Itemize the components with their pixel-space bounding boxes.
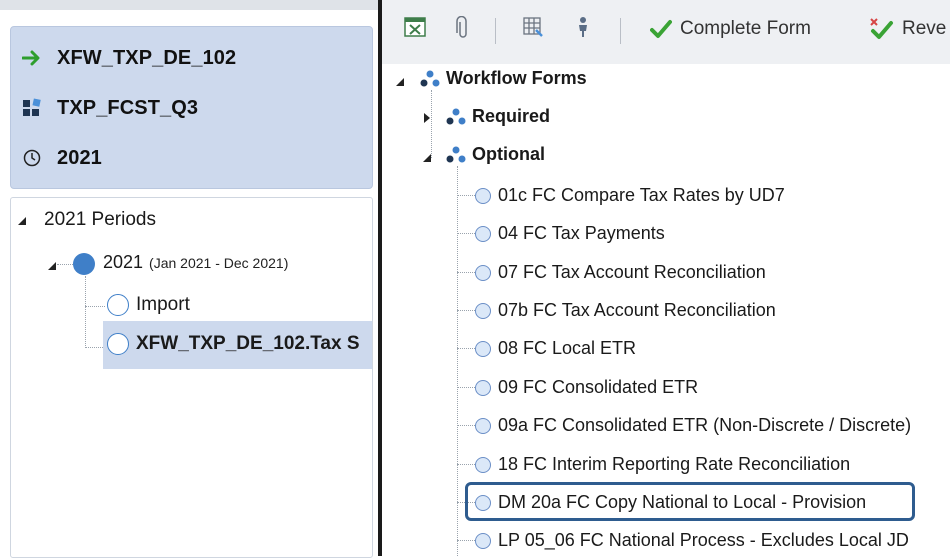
group-people-icon (446, 146, 466, 162)
status-circle-icon (475, 225, 491, 242)
tree-connector (457, 348, 475, 349)
tree-connector (457, 272, 475, 273)
tree-connector (57, 264, 73, 265)
form-item[interactable]: 07 FC Tax Account Reconciliation (475, 262, 766, 283)
context-time-value: 2021 (57, 146, 102, 169)
tree-node-optional[interactable]: Optional (446, 144, 545, 165)
tree-node-required[interactable]: Required (446, 106, 550, 127)
revert-button[interactable]: Reve (870, 18, 946, 40)
left-top-strip (0, 0, 380, 10)
tree-child-import[interactable]: Import (107, 294, 190, 316)
form-item-label: 04 FC Tax Payments (498, 223, 665, 243)
collapse-triangle-icon[interactable] (422, 150, 432, 168)
checkmark-icon (650, 20, 672, 38)
form-item-label: 01c FC Compare Tax Rates by UD7 (498, 185, 785, 205)
form-item-label: LP 05_06 FC National Process - Excludes … (498, 530, 909, 550)
group-people-icon (446, 108, 466, 124)
form-item[interactable]: 01c FC Compare Tax Rates by UD7 (475, 185, 785, 206)
tree-connector (457, 387, 475, 388)
status-circle-icon (475, 302, 491, 319)
tree-connector (457, 310, 475, 311)
revert-label: Reve (902, 18, 947, 39)
form-item-label: 08 FC Local ETR (498, 338, 637, 358)
tree-connector (457, 425, 475, 426)
form-item-label: 09 FC Consolidated ETR (498, 377, 699, 397)
workflow-forms-label: Workflow Forms (446, 68, 587, 88)
tree-connector (85, 276, 86, 348)
form-item-label: 18 FC Interim Reporting Rate Reconciliat… (498, 454, 851, 474)
period-label: 2021 (103, 252, 144, 272)
period-range: (Jan 2021 - Dec 2021) (149, 254, 289, 271)
complete-form-label: Complete Form (680, 18, 811, 39)
forms-toolbar: Complete Form Reve (382, 0, 950, 64)
form-item[interactable]: 18 FC Interim Reporting Rate Reconciliat… (475, 454, 850, 475)
period-tree: 2021 Periods 2021 (Jan 2021 - Dec 2021) … (10, 197, 373, 558)
form-item[interactable]: 07b FC Tax Account Reconciliation (475, 300, 776, 321)
context-time-row[interactable]: 2021 (21, 145, 102, 171)
status-circle-icon (475, 264, 491, 281)
context-workflow-name: XFW_TXP_DE_102 (57, 46, 237, 69)
status-circle-icon (475, 532, 491, 549)
toolbar-separator (495, 18, 496, 44)
collapse-triangle-icon[interactable] (17, 213, 27, 231)
form-item[interactable]: 08 FC Local ETR (475, 338, 636, 359)
filled-status-circle-icon (73, 253, 95, 275)
expand-triangle-icon[interactable] (422, 111, 432, 129)
revert-check-icon (870, 18, 893, 39)
context-scenario-row[interactable]: TXP_FCST_Q3 (21, 95, 198, 121)
complete-form-button[interactable]: Complete Form (650, 18, 811, 40)
status-circle-icon (475, 456, 491, 473)
green-arrow-icon (21, 47, 43, 69)
tree-connector (457, 195, 475, 196)
focus-highlight-box (465, 482, 915, 521)
child-label: Import (136, 294, 190, 315)
form-item[interactable]: 04 FC Tax Payments (475, 223, 665, 244)
tree-connector (457, 233, 475, 234)
form-item[interactable]: 09 FC Consolidated ETR (475, 377, 698, 398)
form-item-label: 07 FC Tax Account Reconciliation (498, 262, 766, 282)
clock-icon (21, 147, 43, 169)
paperclip-icon[interactable] (456, 16, 470, 40)
toolbar-separator (620, 18, 621, 44)
tree-connector (457, 540, 475, 541)
context-scenario-name: TXP_FCST_Q3 (57, 96, 199, 119)
form-item[interactable]: 09a FC Consolidated ETR (Non-Discrete / … (475, 415, 911, 436)
group-people-icon (420, 70, 440, 86)
form-item-label: 07b FC Tax Account Reconciliation (498, 300, 776, 320)
tree-root-label[interactable]: 2021 Periods (44, 209, 156, 231)
status-circle-icon (107, 333, 129, 355)
required-label: Required (472, 106, 551, 126)
collapse-triangle-icon[interactable] (47, 258, 57, 276)
cube-grid-icon (21, 97, 43, 119)
person-icon[interactable] (576, 16, 590, 38)
tree-connector (457, 166, 458, 556)
left-pane: XFW_TXP_DE_102 TXP_FCST_Q3 2021 2021 Per… (0, 0, 380, 558)
tree-connector (457, 464, 475, 465)
child-label: XFW_TXP_DE_102.Tax S (136, 333, 360, 354)
status-circle-icon (475, 379, 491, 396)
context-workflow-row[interactable]: XFW_TXP_DE_102 (21, 45, 236, 71)
grid-icon[interactable] (522, 16, 544, 38)
status-circle-icon (475, 187, 491, 204)
status-circle-icon (475, 340, 491, 357)
tree-connector (85, 306, 105, 307)
tree-period-node[interactable]: 2021 (Jan 2021 - Dec 2021) (103, 252, 288, 273)
status-circle-icon (475, 417, 491, 434)
form-item[interactable]: LP 05_06 FC National Process - Excludes … (475, 530, 909, 551)
form-item-label: 09a FC Consolidated ETR (Non-Discrete / … (498, 415, 912, 435)
tree-node-workflow-forms[interactable]: Workflow Forms (420, 68, 587, 89)
excel-export-icon[interactable] (404, 16, 426, 38)
tree-connector (85, 347, 105, 348)
optional-label: Optional (472, 144, 545, 164)
tree-child-tax-selected[interactable]: XFW_TXP_DE_102.Tax S (107, 333, 371, 355)
status-circle-icon (107, 294, 129, 316)
workflow-context-panel: XFW_TXP_DE_102 TXP_FCST_Q3 2021 (10, 26, 373, 189)
collapse-triangle-icon[interactable] (395, 74, 405, 92)
